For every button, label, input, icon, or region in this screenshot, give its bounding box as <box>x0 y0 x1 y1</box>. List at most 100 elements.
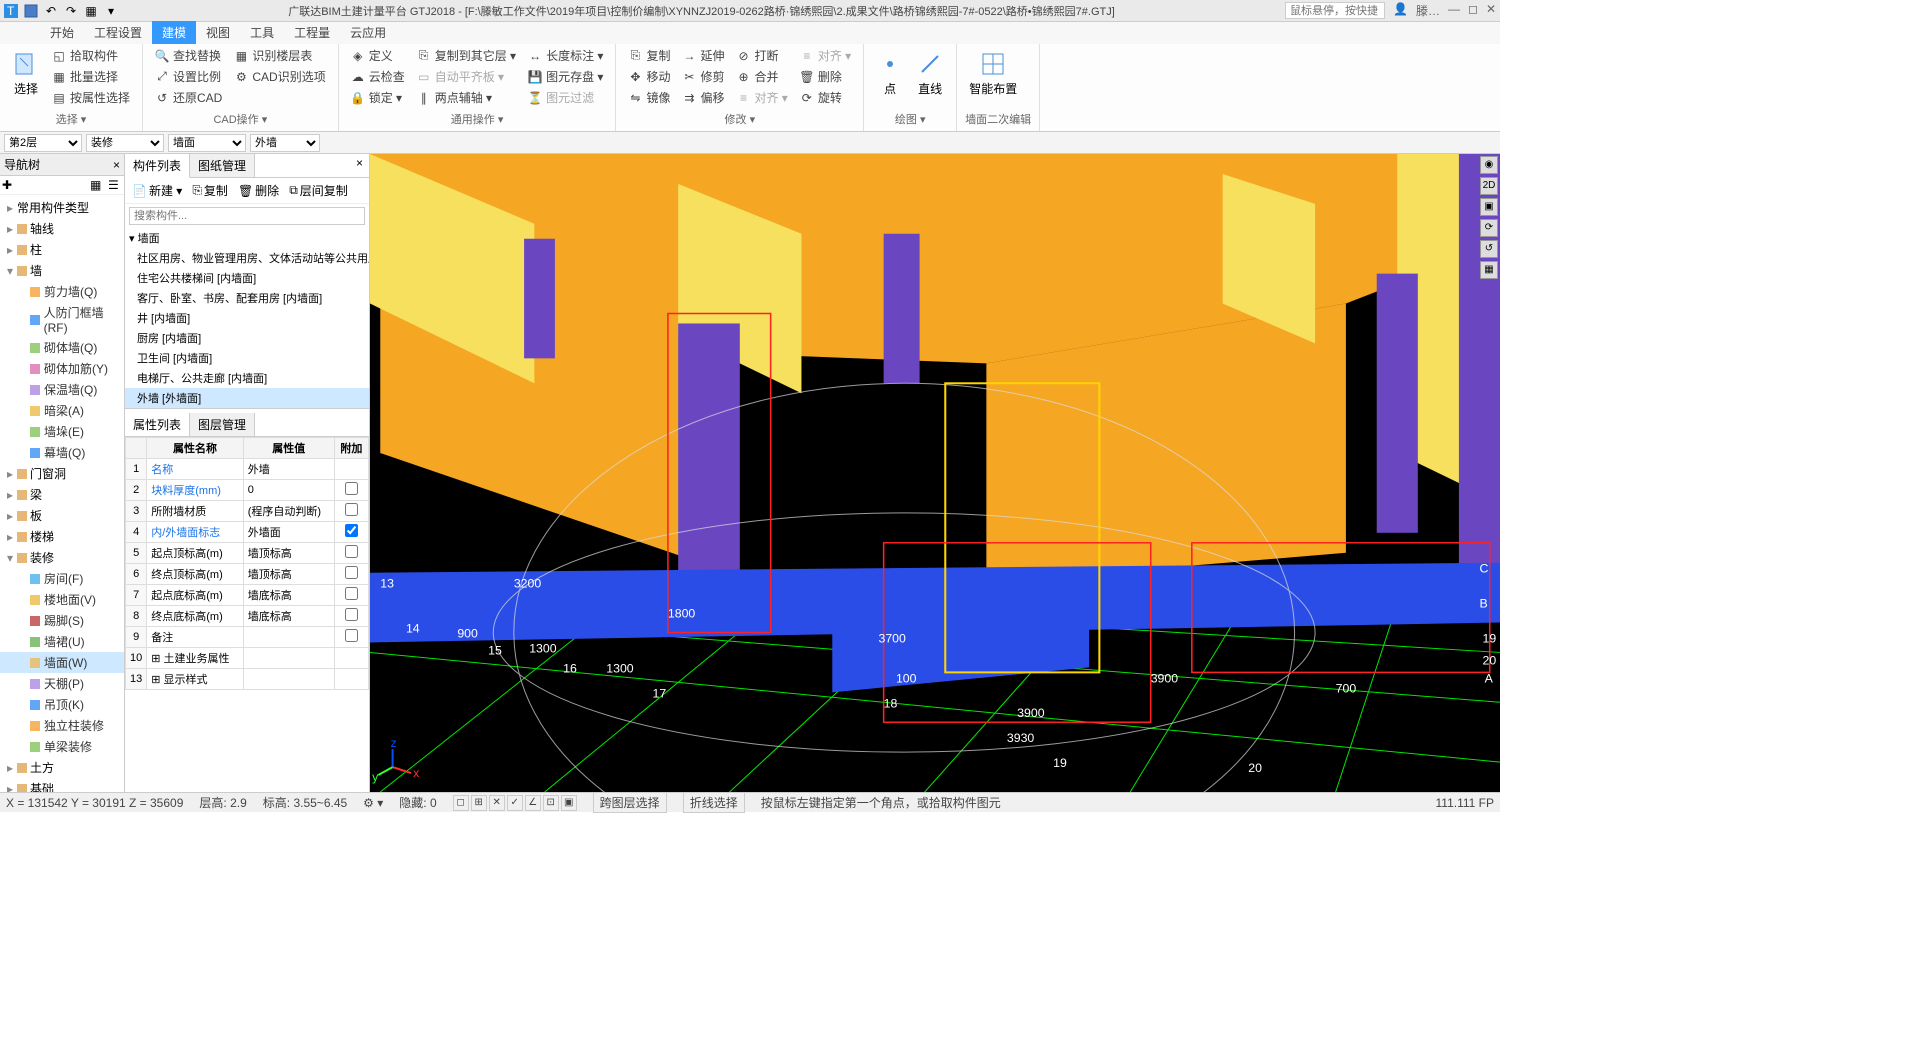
point-button[interactable]: 点 <box>872 46 908 109</box>
delete2-button[interactable]: 🗑删除 <box>235 181 282 200</box>
vp-tool-grid-icon[interactable]: ▦ <box>1480 261 1498 279</box>
line-button[interactable]: 直线 <box>912 46 948 109</box>
list-item[interactable]: 客厅、卧室、书房、配套用房 [内墙面] <box>125 288 369 308</box>
nav-item[interactable]: ▸门窗洞 <box>0 463 124 484</box>
nav-child[interactable]: 踢脚(S) <box>0 610 124 631</box>
nav-item[interactable]: ▸基础 <box>0 778 124 792</box>
two-point-axis-button[interactable]: ∥两点辅轴 ▾ <box>413 88 520 107</box>
identify-floor-button[interactable]: ▦识别楼层表 <box>230 46 329 65</box>
list-item[interactable]: 厨房 [内墙面] <box>125 328 369 348</box>
nav-item[interactable]: ▸板 <box>0 505 124 526</box>
nav-child[interactable]: 天棚(P) <box>0 673 124 694</box>
table-row[interactable]: 1名称外墙 <box>126 459 369 480</box>
user-name[interactable]: 滕… <box>1416 2 1440 19</box>
lock-button[interactable]: 🔒锁定 ▾ <box>347 88 409 107</box>
subcat-select[interactable]: 墙面 <box>168 134 246 152</box>
select-button[interactable]: 选择 <box>8 46 44 109</box>
panel2-close-icon[interactable]: × <box>350 154 369 177</box>
save-element-button[interactable]: 💾图元存盘 ▾ <box>524 67 607 86</box>
copy-button[interactable]: ⎘复制 <box>624 46 674 65</box>
nav-child[interactable]: 剪力墙(Q) <box>0 281 124 302</box>
component-search-input[interactable] <box>129 207 365 225</box>
nav-item[interactable]: ▸土方 <box>0 757 124 778</box>
nav-child[interactable]: 砌体加筋(Y) <box>0 358 124 379</box>
move-button[interactable]: ✥移动 <box>624 67 674 86</box>
sb-tool3-icon[interactable]: ✕ <box>489 795 505 811</box>
redo-icon[interactable]: ↷ <box>64 4 78 18</box>
sb-tool7-icon[interactable]: ▣ <box>561 795 577 811</box>
tab-layer-mgmt[interactable]: 图层管理 <box>190 413 255 436</box>
nav-child[interactable]: 房间(F) <box>0 568 124 589</box>
tab-start[interactable]: 开始 <box>40 21 84 44</box>
view1-icon[interactable]: ▦ <box>90 178 104 192</box>
tab-project[interactable]: 工程设置 <box>84 21 152 44</box>
prop-checkbox[interactable] <box>345 503 358 516</box>
table-row[interactable]: 5起点顶标高(m)墙顶标高 <box>126 543 369 564</box>
table-row[interactable]: 10⊞ 土建业务属性 <box>126 648 369 669</box>
list-item[interactable]: 井 [内墙面] <box>125 308 369 328</box>
batch-select-button[interactable]: ▦批量选择 <box>48 67 134 86</box>
tab-properties[interactable]: 属性列表 <box>125 413 190 436</box>
table-row[interactable]: 3所附墙材质(程序自动判断) <box>126 501 369 522</box>
table-row[interactable]: 7起点底标高(m)墙底标高 <box>126 585 369 606</box>
search-input[interactable] <box>1285 2 1385 19</box>
table-row[interactable]: 4内/外墙面标志外墙面 <box>126 522 369 543</box>
select-by-prop-button[interactable]: ▤按属性选择 <box>48 88 134 107</box>
tab-model[interactable]: 建模 <box>152 21 196 44</box>
quick1-icon[interactable]: ▦ <box>84 4 98 18</box>
add-icon[interactable]: ✚ <box>2 178 16 192</box>
vp-tool-3d-icon[interactable]: ▣ <box>1480 198 1498 216</box>
cloud-check-button[interactable]: ☁云检查 <box>347 67 409 86</box>
vp-tool-undo-icon[interactable]: ↺ <box>1480 240 1498 258</box>
delete-button[interactable]: 🗑删除 <box>796 67 855 86</box>
save-icon[interactable] <box>24 4 38 18</box>
nav-item[interactable]: ▸梁 <box>0 484 124 505</box>
offset-button[interactable]: ⇉偏移 <box>678 88 728 107</box>
nav-child[interactable]: 独立柱装修 <box>0 715 124 736</box>
layer-copy-button[interactable]: ⧉层间复制 <box>286 181 351 200</box>
panel-close-icon[interactable]: × <box>113 158 120 172</box>
vp-tool-globe-icon[interactable]: ◉ <box>1480 156 1498 174</box>
copy-layer-button[interactable]: ⎘复制到其它层 ▾ <box>413 46 520 65</box>
list-item[interactable]: 住宅公共楼梯间 [内墙面] <box>125 268 369 288</box>
prop-checkbox[interactable] <box>345 629 358 642</box>
define-button[interactable]: ◈定义 <box>347 46 409 65</box>
nav-child[interactable]: 人防门框墙(RF) <box>0 302 124 337</box>
cad-options-button[interactable]: ⚙CAD识别选项 <box>230 67 329 86</box>
nav-child[interactable]: 墙面(W) <box>0 652 124 673</box>
copy2-button[interactable]: ⎘复制 <box>189 181 231 200</box>
polyline-select-button[interactable]: 折线选择 <box>683 792 745 813</box>
table-row[interactable]: 13⊞ 显示样式 <box>126 669 369 690</box>
prop-checkbox[interactable] <box>345 524 358 537</box>
nav-child[interactable]: 幕墙(Q) <box>0 442 124 463</box>
list-item[interactable]: 电梯厅、公共走廊 [内墙面] <box>125 368 369 388</box>
minimize-icon[interactable]: — <box>1448 2 1460 19</box>
prop-checkbox[interactable] <box>345 587 358 600</box>
nav-child[interactable]: 吊顶(K) <box>0 694 124 715</box>
table-row[interactable]: 9备注 <box>126 627 369 648</box>
nav-child[interactable]: 墙裙(U) <box>0 631 124 652</box>
floor-select[interactable]: 第2层 <box>4 134 82 152</box>
nav-item[interactable]: ▸柱 <box>0 239 124 260</box>
sb-tool4-icon[interactable]: ✓ <box>507 795 523 811</box>
prop-checkbox[interactable] <box>345 608 358 621</box>
sb-tool5-icon[interactable]: ∠ <box>525 795 541 811</box>
restore-cad-button[interactable]: ↺还原CAD <box>151 88 226 107</box>
list-item[interactable]: 卫生间 [内墙面] <box>125 348 369 368</box>
list-item[interactable]: 社区用房、物业管理用房、文体活动站等公共用房 <box>125 248 369 268</box>
category-select[interactable]: 装修 <box>86 134 164 152</box>
list-item[interactable]: 外墙 [外墙面] <box>125 388 369 408</box>
extend-button[interactable]: →延伸 <box>678 46 728 65</box>
prop-checkbox[interactable] <box>345 545 358 558</box>
vp-tool-rotate-icon[interactable]: ⟳ <box>1480 219 1498 237</box>
cross-layer-select-button[interactable]: 跨图层选择 <box>593 792 667 813</box>
sb-tool2-icon[interactable]: ⊞ <box>471 795 487 811</box>
table-row[interactable]: 8终点底标高(m)墙底标高 <box>126 606 369 627</box>
tab-view[interactable]: 视图 <box>196 21 240 44</box>
tab-drawings[interactable]: 图纸管理 <box>190 154 255 177</box>
rotate-button[interactable]: ⟳旋转 <box>796 88 855 107</box>
type-select[interactable]: 外墙 <box>250 134 320 152</box>
tab-tools[interactable]: 工具 <box>240 21 284 44</box>
list-header[interactable]: ▾ 墙面 <box>125 228 369 248</box>
table-row[interactable]: 6终点顶标高(m)墙顶标高 <box>126 564 369 585</box>
